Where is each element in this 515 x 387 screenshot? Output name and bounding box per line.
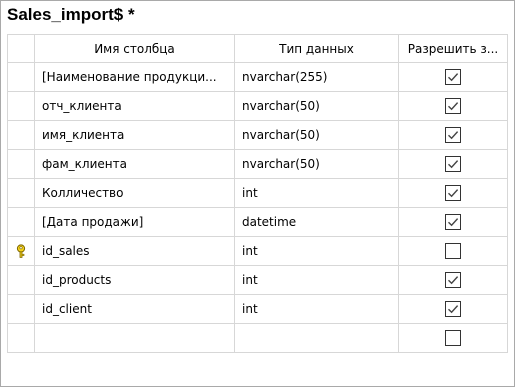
column-name-header[interactable]: Имя столбца: [34, 34, 235, 63]
allow-nulls-cell: [398, 91, 508, 121]
column-name-cell[interactable]: фам_клиента: [34, 149, 235, 179]
table-row[interactable]: фам_клиента nvarchar(50): [7, 149, 508, 179]
data-type-cell[interactable]: nvarchar(50): [234, 91, 399, 121]
allow-nulls-header[interactable]: Разрешить з...: [398, 34, 508, 63]
checkmark-icon: [448, 131, 459, 140]
table-row[interactable]: id_products int: [7, 265, 508, 295]
allow-nulls-cell: [398, 120, 508, 150]
allow-nulls-cell: [398, 149, 508, 179]
data-type-cell[interactable]: [234, 323, 399, 353]
row-selector[interactable]: [7, 207, 35, 237]
data-type-cell[interactable]: nvarchar(50): [234, 149, 399, 179]
allow-nulls-cell: [398, 207, 508, 237]
checkmark-icon: [448, 305, 459, 314]
data-type-cell[interactable]: int: [234, 236, 399, 266]
table-designer-window: Sales_import$ * Имя столбца Тип данных Р…: [0, 0, 515, 387]
allow-nulls-checkbox[interactable]: [445, 243, 461, 259]
data-type-cell[interactable]: int: [234, 294, 399, 324]
column-name-cell[interactable]: имя_клиента: [34, 120, 235, 150]
data-type-cell[interactable]: nvarchar(50): [234, 120, 399, 150]
allow-nulls-checkbox[interactable]: [445, 272, 461, 288]
row-selector[interactable]: [7, 323, 35, 353]
checkmark-icon: [448, 276, 459, 285]
grid-header-row: Имя столбца Тип данных Разрешить з...: [7, 34, 508, 63]
checkmark-icon: [448, 160, 459, 169]
column-name-cell[interactable]: Колличество: [34, 178, 235, 208]
allow-nulls-checkbox[interactable]: [445, 69, 461, 85]
row-selector[interactable]: [7, 149, 35, 179]
column-name-cell[interactable]: отч_клиента: [34, 91, 235, 121]
row-selector[interactable]: [7, 62, 35, 92]
allow-nulls-cell: [398, 236, 508, 266]
allow-nulls-checkbox[interactable]: [445, 156, 461, 172]
allow-nulls-checkbox[interactable]: [445, 185, 461, 201]
table-row[interactable]: [Наименование продукци... nvarchar(255): [7, 62, 508, 92]
table-row[interactable]: имя_клиента nvarchar(50): [7, 120, 508, 150]
row-selector[interactable]: [7, 120, 35, 150]
checkmark-icon: [448, 102, 459, 111]
allow-nulls-cell: [398, 265, 508, 295]
allow-nulls-cell: [398, 178, 508, 208]
data-type-cell[interactable]: datetime: [234, 207, 399, 237]
allow-nulls-checkbox[interactable]: [445, 330, 461, 346]
allow-nulls-cell: [398, 294, 508, 324]
data-type-header[interactable]: Тип данных: [234, 34, 399, 63]
row-selector[interactable]: [7, 178, 35, 208]
data-type-cell[interactable]: nvarchar(255): [234, 62, 399, 92]
row-selector[interactable]: [7, 265, 35, 295]
checkmark-icon: [448, 189, 459, 198]
column-name-cell[interactable]: id_products: [34, 265, 235, 295]
table-row[interactable]: [7, 323, 508, 353]
allow-nulls-checkbox[interactable]: [445, 98, 461, 114]
data-type-cell[interactable]: int: [234, 265, 399, 295]
column-name-cell[interactable]: [Наименование продукци...: [34, 62, 235, 92]
column-name-cell[interactable]: id_client: [34, 294, 235, 324]
key-icon: [15, 244, 27, 259]
column-name-cell[interactable]: [Дата продажи]: [34, 207, 235, 237]
allow-nulls-checkbox[interactable]: [445, 301, 461, 317]
column-name-cell[interactable]: id_sales: [34, 236, 235, 266]
data-type-cell[interactable]: int: [234, 178, 399, 208]
row-selector-header: [7, 34, 35, 63]
table-row[interactable]: id_sales int: [7, 236, 508, 266]
row-selector[interactable]: [7, 91, 35, 121]
table-row[interactable]: отч_клиента nvarchar(50): [7, 91, 508, 121]
row-selector[interactable]: [7, 236, 35, 266]
checkmark-icon: [448, 73, 459, 82]
allow-nulls-cell: [398, 62, 508, 92]
table-title: Sales_import$ *: [7, 5, 135, 24]
checkmark-icon: [448, 218, 459, 227]
allow-nulls-checkbox[interactable]: [445, 127, 461, 143]
column-name-cell[interactable]: [34, 323, 235, 353]
table-row[interactable]: Колличество int: [7, 178, 508, 208]
row-selector[interactable]: [7, 294, 35, 324]
table-row[interactable]: [Дата продажи] datetime: [7, 207, 508, 237]
allow-nulls-checkbox[interactable]: [445, 214, 461, 230]
table-row[interactable]: id_client int: [7, 294, 508, 324]
allow-nulls-cell: [398, 323, 508, 353]
column-grid: Имя столбца Тип данных Разрешить з... [Н…: [7, 34, 508, 353]
